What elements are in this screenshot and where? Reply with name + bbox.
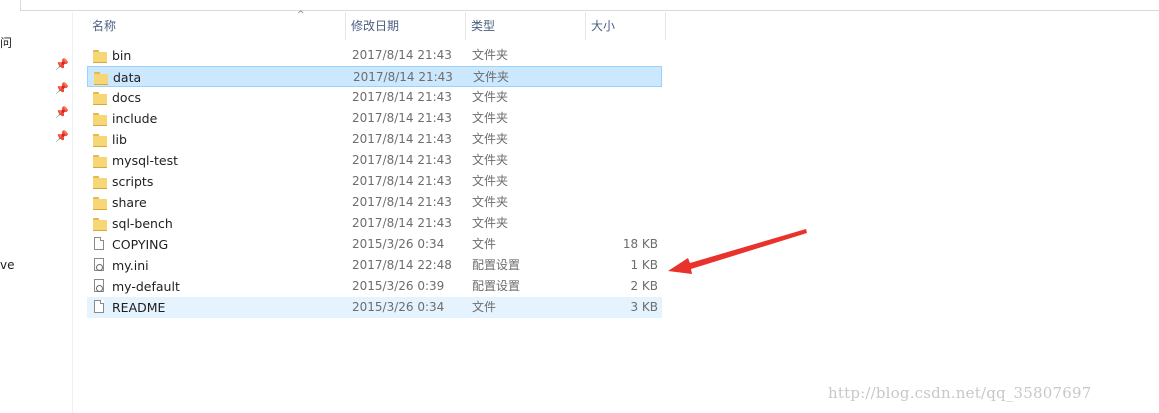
file-size [582, 129, 658, 150]
file-type: 文件 [472, 300, 497, 314]
address-box[interactable] [20, 0, 1159, 11]
file-size: 3 KB [630, 300, 658, 314]
pin-icon: 📌 [55, 82, 69, 95]
file-date: 2017/8/14 21:43 [352, 111, 452, 125]
file-row[interactable]: bin 2017/8/14 21:43 文件夹 [87, 45, 662, 66]
document-icon [94, 237, 104, 250]
sidebar-item-label[interactable]: 问 [0, 34, 12, 51]
file-size: 18 KB [622, 237, 658, 251]
folder-icon [94, 70, 108, 85]
file-row[interactable]: share 2017/8/14 21:43 文件夹 [87, 192, 662, 213]
file-date: 2017/8/14 21:43 [352, 174, 452, 188]
navigation-pane: 问 📌 📌 📌 📌 ve [0, 12, 73, 413]
file-row[interactable]: include 2017/8/14 21:43 文件夹 [87, 108, 662, 129]
column-name-header[interactable]: 名称 [87, 12, 346, 40]
pin-icon: 📌 [55, 106, 69, 119]
file-row[interactable]: my-default 2015/3/26 0:39 配置设置 2 KB [87, 276, 662, 297]
folder-icon [93, 153, 107, 168]
file-date: 2017/8/14 21:43 [352, 216, 452, 230]
folder-icon [93, 216, 107, 231]
file-name: docs [112, 90, 141, 105]
file-date: 2017/8/14 21:43 [352, 132, 452, 146]
file-type: 文件 [472, 237, 497, 251]
pin-icon: 📌 [55, 58, 69, 71]
file-size [582, 192, 658, 213]
column-size-header[interactable]: 大小 [586, 12, 666, 40]
file-type: 配置设置 [472, 279, 521, 293]
file-date: 2015/3/26 0:34 [352, 300, 445, 314]
file-row[interactable]: docs 2017/8/14 21:43 文件夹 [87, 87, 662, 108]
file-name: lib [112, 132, 127, 147]
file-type: 文件夹 [472, 111, 509, 125]
file-type: 文件夹 [472, 48, 509, 62]
folder-icon [93, 48, 107, 63]
file-size: 2 KB [630, 279, 658, 293]
file-name: data [113, 70, 142, 85]
config-file-icon [94, 258, 104, 271]
file-name: README [112, 300, 166, 315]
column-date-header[interactable]: 修改日期 [346, 12, 466, 40]
folder-icon [93, 132, 107, 147]
folder-icon [93, 174, 107, 189]
pin-icon: 📌 [55, 130, 69, 143]
file-type: 文件夹 [472, 174, 509, 188]
file-name: bin [112, 48, 132, 63]
file-type: 配置设置 [472, 258, 521, 272]
file-type: 文件夹 [472, 153, 509, 167]
red-arrow-annotation [668, 229, 807, 274]
folder-icon [93, 90, 107, 105]
file-type: 文件夹 [472, 132, 509, 146]
file-name: my-default [112, 279, 180, 294]
folder-icon [93, 111, 107, 126]
file-date: 2015/3/26 0:34 [352, 237, 445, 251]
file-row[interactable]: scripts 2017/8/14 21:43 文件夹 [87, 171, 662, 192]
file-name: scripts [112, 174, 154, 189]
file-type: 文件夹 [472, 195, 509, 209]
file-row[interactable]: mysql-test 2017/8/14 21:43 文件夹 [87, 150, 662, 171]
file-name: include [112, 111, 158, 126]
file-row[interactable]: COPYING 2015/3/26 0:34 文件 18 KB [87, 234, 662, 255]
folder-icon [93, 195, 107, 210]
file-row[interactable]: my.ini 2017/8/14 22:48 配置设置 1 KB [87, 255, 662, 276]
document-icon [94, 300, 104, 313]
file-date: 2017/8/14 21:43 [352, 153, 452, 167]
file-row[interactable]: data 2017/8/14 21:43 文件夹 [87, 66, 662, 87]
config-file-icon [94, 279, 104, 292]
file-type: 文件夹 [472, 216, 509, 230]
file-date: 2017/8/14 21:43 [352, 90, 452, 104]
file-size [582, 213, 658, 234]
file-size [582, 171, 658, 192]
file-date: 2017/8/14 21:43 [352, 195, 452, 209]
file-date: 2017/8/14 21:43 [353, 70, 453, 84]
file-type: 文件夹 [473, 70, 510, 84]
file-name: COPYING [112, 237, 169, 252]
address-bar-area [0, 0, 1159, 12]
file-size [582, 87, 658, 108]
sidebar-item-label[interactable]: ve [0, 258, 14, 272]
file-type: 文件夹 [472, 90, 509, 104]
watermark-text: http://blog.csdn.net/qq_35807697 [828, 384, 1092, 402]
file-name: mysql-test [112, 153, 179, 168]
file-row[interactable]: README 2015/3/26 0:34 文件 3 KB [87, 297, 662, 318]
file-size: 1 KB [630, 258, 658, 272]
file-size [583, 67, 659, 88]
file-date: 2017/8/14 21:43 [352, 48, 452, 62]
file-row[interactable]: lib 2017/8/14 21:43 文件夹 [87, 129, 662, 150]
file-row[interactable]: sql-bench 2017/8/14 21:43 文件夹 [87, 213, 662, 234]
file-name: my.ini [112, 258, 149, 273]
file-date: 2015/3/26 0:39 [352, 279, 445, 293]
file-name: share [112, 195, 147, 210]
file-name: sql-bench [112, 216, 173, 231]
file-size [582, 150, 658, 171]
file-date: 2017/8/14 22:48 [352, 258, 452, 272]
file-size [582, 45, 658, 66]
column-type-header[interactable]: 类型 [466, 12, 586, 40]
file-size [582, 108, 658, 129]
